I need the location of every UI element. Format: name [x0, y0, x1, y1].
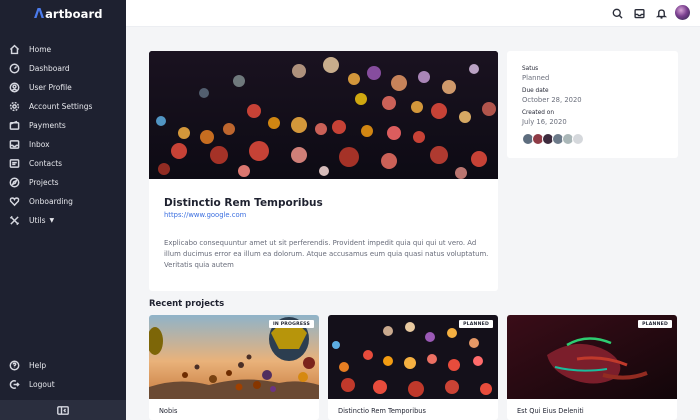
sidebar-item-utils[interactable]: Utils ▼	[8, 213, 120, 228]
sidebar-item-help[interactable]: Help	[8, 358, 120, 373]
sidebar-item-onboarding[interactable]: Onboarding	[8, 194, 120, 209]
project-card-title: Nobis	[159, 407, 178, 415]
project-link[interactable]: https://www.google.com	[164, 211, 246, 219]
project-cover-image	[149, 51, 498, 179]
created-label: Created on	[522, 110, 555, 116]
project-description: Explicabo consequuntur amet ut sit perfe…	[164, 239, 489, 269]
project-card-title: Est Qui Eius Deleniti	[517, 407, 584, 415]
due-date-label: Due date	[522, 88, 549, 94]
due-date-value: October 28, 2020	[522, 96, 582, 104]
sidebar: Λ artboard Home Dashboard User Profile A…	[0, 0, 126, 420]
project-title: Distinctio Rem Temporibus	[164, 197, 323, 209]
search-icon[interactable]	[611, 7, 623, 19]
sidebar-item-label: Home	[29, 45, 52, 54]
sidebar-item-label: Projects	[29, 178, 59, 187]
sidebar-item-dashboard[interactable]: Dashboard	[8, 61, 120, 76]
logout-icon	[8, 379, 20, 391]
inbox-icon	[8, 139, 20, 151]
gear-icon	[8, 101, 20, 113]
sidebar-item-label: Account Settings	[29, 102, 93, 111]
project-thumbnail: IN PROGRESS	[149, 315, 319, 399]
sidebar-item-label: Onboarding	[29, 197, 73, 206]
project-card-title: Distinctio Rem Temporibus	[338, 407, 426, 415]
status-value: Planned	[522, 74, 550, 82]
compass-icon	[8, 177, 20, 189]
app-logo[interactable]: Λ artboard	[34, 6, 103, 22]
sidebar-item-account-settings[interactable]: Account Settings	[8, 99, 120, 114]
bokeh-lights-image	[149, 51, 498, 179]
created-value: July 16, 2020	[522, 118, 567, 126]
recent-projects-heading: Recent projects	[149, 299, 225, 309]
sidebar-item-label: Help	[29, 361, 47, 370]
status-badge: PLANNED	[638, 320, 672, 328]
sidebar-item-label: Contacts	[29, 159, 63, 168]
bell-icon[interactable]	[655, 7, 667, 19]
sidebar-item-label: Utils	[29, 216, 46, 225]
project-thumbnail: PLANNED	[507, 315, 677, 399]
dashboard-icon	[8, 63, 20, 75]
project-thumbnail: PLANNED	[328, 315, 498, 399]
user-avatar[interactable]	[675, 5, 690, 20]
status-label: Satus	[522, 66, 539, 72]
inbox-icon[interactable]	[633, 7, 645, 19]
team-avatars	[522, 133, 584, 145]
sidebar-item-projects[interactable]: Projects	[8, 175, 120, 190]
sidebar-item-label: Dashboard	[29, 64, 70, 73]
sidebar-item-home[interactable]: Home	[8, 42, 120, 57]
contacts-icon	[8, 158, 20, 170]
sidebar-collapse-button[interactable]	[0, 400, 126, 420]
avatar[interactable]	[572, 133, 584, 145]
sidebar-item-contacts[interactable]: Contacts	[8, 156, 120, 171]
project-card[interactable]: PLANNED Distinctio Rem Temporibus	[328, 315, 498, 420]
project-card[interactable]: IN PROGRESS Nobis	[149, 315, 319, 420]
sidebar-item-label: Payments	[29, 121, 66, 130]
logo-text: artboard	[45, 7, 103, 21]
wallet-icon	[8, 120, 20, 132]
chevron-down-icon: ▼	[49, 217, 55, 224]
project-info-card: Satus Planned Due date October 28, 2020 …	[507, 51, 678, 158]
heart-icon	[8, 196, 20, 208]
help-icon	[8, 360, 20, 372]
top-bar	[126, 0, 700, 27]
tools-icon	[8, 215, 20, 227]
status-badge: PLANNED	[459, 320, 493, 328]
project-detail-card: Distinctio Rem Temporibus https://www.go…	[149, 51, 498, 291]
sidebar-item-payments[interactable]: Payments	[8, 118, 120, 133]
sidebar-item-user-profile[interactable]: User Profile	[8, 80, 120, 95]
sidebar-collapse-icon	[57, 405, 69, 415]
status-badge: IN PROGRESS	[268, 320, 314, 328]
sidebar-item-inbox[interactable]: Inbox	[8, 137, 120, 152]
project-card[interactable]: PLANNED Est Qui Eius Deleniti	[507, 315, 677, 420]
sidebar-item-label: Inbox	[29, 140, 50, 149]
sidebar-item-logout[interactable]: Logout	[8, 377, 120, 392]
logo-mark-icon: Λ	[34, 6, 45, 22]
home-icon	[8, 44, 20, 56]
sidebar-item-label: User Profile	[29, 83, 72, 92]
user-icon	[8, 82, 20, 94]
sidebar-item-label: Logout	[29, 380, 55, 389]
